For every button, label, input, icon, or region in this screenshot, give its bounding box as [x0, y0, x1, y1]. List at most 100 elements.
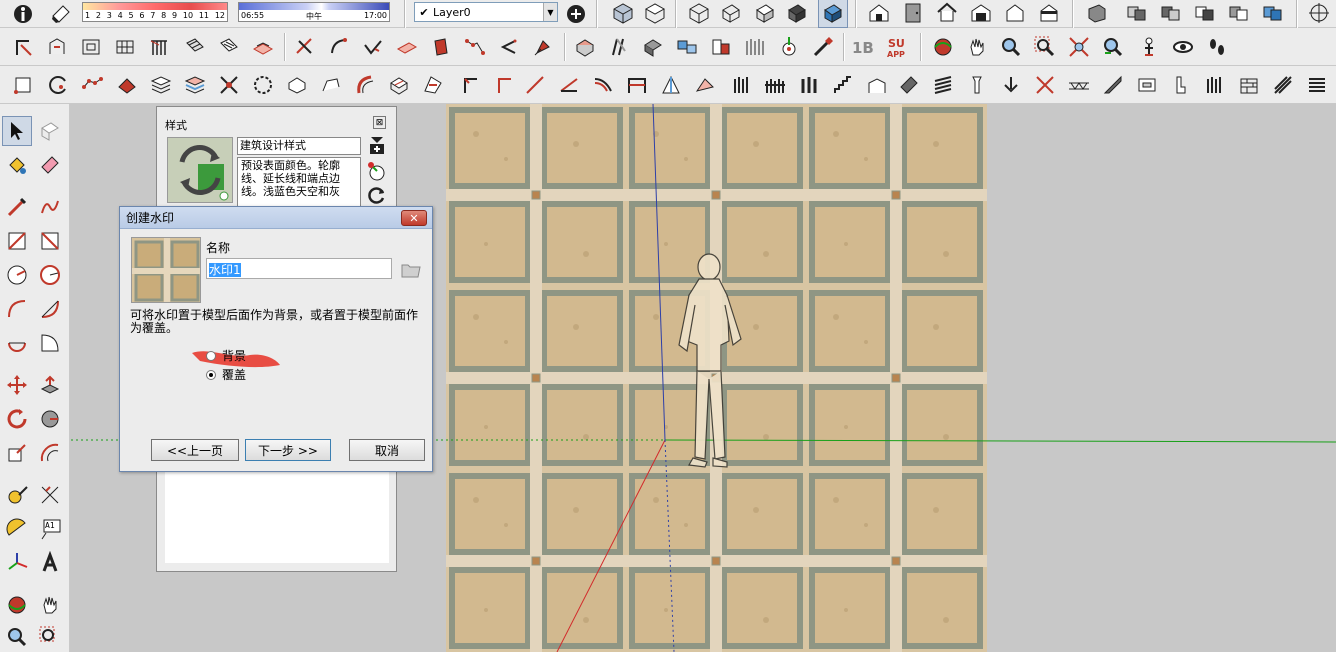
3d-text-icon[interactable]	[35, 548, 65, 578]
blue-blocks-icon[interactable]	[672, 32, 702, 62]
cancel-button[interactable]: 取消	[349, 439, 425, 461]
next-button[interactable]: 下一步 >>	[245, 439, 331, 461]
pipe-icon[interactable]	[706, 32, 736, 62]
wall-panels-icon[interactable]	[740, 32, 770, 62]
ramp-icon[interactable]	[1098, 70, 1128, 100]
radio-background-option[interactable]: 背景	[206, 347, 246, 364]
arc-tool-icon[interactable]	[324, 32, 354, 62]
close-icon[interactable]: ⊠	[373, 116, 386, 129]
fence-icon[interactable]	[760, 70, 790, 100]
three-point-arc-icon[interactable]	[2, 328, 32, 358]
offset-icon[interactable]	[76, 32, 106, 62]
door-icon[interactable]	[898, 0, 928, 28]
warehouse-icon[interactable]	[966, 0, 996, 28]
two-point-arc-icon[interactable]	[35, 294, 65, 324]
1b-plugin-icon[interactable]: 1B	[848, 32, 878, 62]
panel-icon[interactable]	[392, 32, 422, 62]
slope-icon[interactable]	[554, 70, 584, 100]
previous-view-icon[interactable]	[1098, 32, 1128, 62]
dashed-circle-icon[interactable]	[248, 70, 278, 100]
profile-icon[interactable]	[1166, 70, 1196, 100]
make-component-icon[interactable]	[35, 116, 65, 146]
style-name-field[interactable]: 建筑设计样式	[237, 137, 361, 155]
shadow-time-slider[interactable]: 06:55 中午 17:00	[238, 2, 390, 22]
stripe-wall-icon[interactable]	[1268, 70, 1298, 100]
circle-tool-icon[interactable]	[2, 260, 32, 290]
lines-icon[interactable]	[214, 32, 244, 62]
zoom-icon[interactable]	[996, 32, 1026, 62]
projection-icon[interactable]	[690, 70, 720, 100]
close-icon[interactable]: ✕	[401, 210, 427, 226]
drop-icon[interactable]	[996, 70, 1026, 100]
home-view-icon[interactable]	[932, 0, 962, 28]
railing-icon[interactable]	[144, 32, 174, 62]
fold-icon[interactable]	[528, 32, 558, 62]
sweep-icon[interactable]	[316, 70, 346, 100]
brick-wall-icon[interactable]	[1234, 70, 1264, 100]
check-arc-icon[interactable]	[358, 32, 388, 62]
style-thumbnail[interactable]	[167, 137, 233, 203]
layer-manager-icon[interactable]	[561, 0, 591, 29]
tape-measure-icon[interactable]	[2, 480, 32, 510]
circle-icon[interactable]	[44, 70, 74, 100]
gear-box-icon[interactable]	[638, 32, 668, 62]
platform-icon[interactable]	[248, 32, 278, 62]
soften-icon[interactable]	[112, 70, 142, 100]
solid-intersect-icon[interactable]	[1190, 0, 1220, 28]
rotate-icon[interactable]	[2, 404, 32, 434]
walk-icon[interactable]	[1202, 32, 1232, 62]
gable-icon[interactable]	[894, 70, 924, 100]
shingles-icon[interactable]	[1302, 70, 1332, 100]
top-view-icon[interactable]	[640, 0, 670, 28]
cut-face-icon[interactable]	[426, 32, 456, 62]
text-tool-icon[interactable]: A1	[35, 514, 65, 544]
eraser-icon[interactable]	[46, 0, 76, 29]
stairs-icon[interactable]	[828, 70, 858, 100]
pencil-line-icon[interactable]	[2, 192, 32, 222]
columns-icon[interactable]	[726, 70, 756, 100]
look-around-icon[interactable]	[1168, 32, 1198, 62]
polygon-tool-icon[interactable]	[35, 260, 65, 290]
scale-icon[interactable]	[2, 438, 32, 468]
intersect-icon[interactable]	[214, 70, 244, 100]
corner-icon[interactable]	[490, 70, 520, 100]
chamfer-icon[interactable]	[622, 70, 652, 100]
cross-beam-icon[interactable]	[1030, 70, 1060, 100]
pen-tool-icon[interactable]	[808, 32, 838, 62]
slab-icon[interactable]	[1132, 70, 1162, 100]
shaded-textures-icon[interactable]	[818, 0, 848, 28]
chevron-arc-icon[interactable]	[494, 32, 524, 62]
radio-background[interactable]	[206, 350, 216, 361]
solid-union-icon[interactable]	[1122, 0, 1152, 28]
refresh-icon[interactable]	[367, 185, 387, 205]
iso-view-icon[interactable]	[608, 0, 638, 28]
model-info-icon[interactable]	[8, 0, 38, 29]
radio-overlay[interactable]	[206, 369, 216, 380]
push-pull-icon[interactable]	[35, 370, 65, 400]
solid-inspect-icon[interactable]	[418, 70, 448, 100]
follow-me-icon[interactable]	[42, 32, 72, 62]
roof-icon[interactable]	[862, 70, 892, 100]
orbit-tool-icon[interactable]	[2, 590, 32, 620]
layer-dropdown[interactable]: ✔ Layer0 ▼	[414, 2, 558, 22]
protractor-icon[interactable]	[2, 514, 32, 544]
wireframe-icon[interactable]	[716, 0, 746, 28]
axes-icon[interactable]	[2, 548, 32, 578]
house-icon[interactable]	[864, 0, 894, 28]
truss-icon[interactable]	[1064, 70, 1094, 100]
nodes-icon[interactable]	[460, 32, 490, 62]
radio-overlay-option[interactable]: 覆盖	[206, 366, 246, 383]
bend-icon[interactable]	[604, 32, 634, 62]
watermark-name-input[interactable]: 水印1	[206, 258, 392, 279]
material-stamp-icon[interactable]	[570, 32, 600, 62]
update-style-icon[interactable]	[367, 161, 387, 181]
pillars-icon[interactable]	[794, 70, 824, 100]
shaded-icon[interactable]	[782, 0, 812, 28]
grid-icon[interactable]	[110, 32, 140, 62]
zoom-window-icon[interactable]	[1030, 32, 1060, 62]
xray-icon[interactable]	[684, 0, 714, 28]
post-icon[interactable]	[962, 70, 992, 100]
chevron-down-icon[interactable]: ▼	[543, 3, 557, 21]
eraser-tool-icon[interactable]	[35, 150, 65, 180]
wall-stack-icon[interactable]	[928, 70, 958, 100]
